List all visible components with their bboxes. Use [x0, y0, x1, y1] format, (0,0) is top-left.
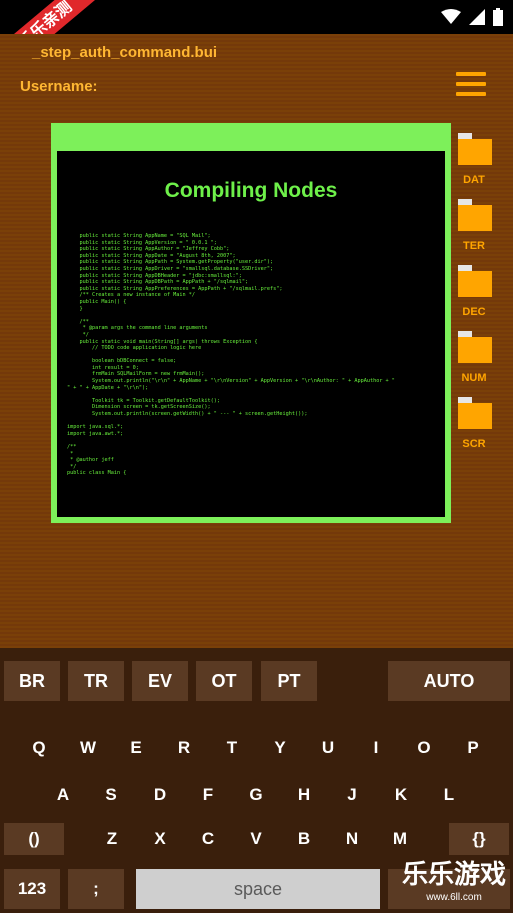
- folder-label: NUM: [461, 372, 487, 384]
- key-numbers[interactable]: 123: [4, 869, 60, 909]
- key-u[interactable]: U: [304, 728, 352, 768]
- key-h[interactable]: H: [280, 775, 328, 815]
- code-listing: public static String AppName = "SQL Mail…: [67, 233, 395, 477]
- key-q[interactable]: Q: [15, 728, 63, 768]
- key-ot[interactable]: OT: [196, 661, 252, 701]
- folder-ter[interactable]: TER: [456, 199, 496, 265]
- key-parentheses[interactable]: (): [4, 823, 64, 855]
- key-x[interactable]: X: [136, 819, 184, 859]
- folder-dat[interactable]: DAT: [456, 133, 496, 199]
- folder-icon: [458, 331, 492, 363]
- file-title: _step_auth_command.bui: [32, 44, 218, 61]
- folder-label: DAT: [463, 174, 485, 186]
- app-area: _step_auth_command.bui Username: Compili…: [0, 34, 513, 648]
- key-l[interactable]: L: [425, 775, 473, 815]
- key-tr[interactable]: TR: [68, 661, 124, 701]
- watermark: 乐乐游戏 www.6ll.com: [395, 858, 513, 913]
- key-b[interactable]: B: [280, 819, 328, 859]
- folder-icon: [458, 199, 492, 231]
- key-k[interactable]: K: [377, 775, 425, 815]
- key-auto[interactable]: AUTO: [388, 661, 510, 701]
- key-pt[interactable]: PT: [261, 661, 317, 701]
- folder-icon: [458, 265, 492, 297]
- folder-icon: [458, 133, 492, 165]
- key-j[interactable]: J: [328, 775, 376, 815]
- folder-label: TER: [463, 240, 485, 252]
- key-a[interactable]: A: [39, 775, 87, 815]
- key-c[interactable]: C: [184, 819, 232, 859]
- wifi-icon: [441, 9, 461, 24]
- key-r[interactable]: R: [160, 728, 208, 768]
- key-s[interactable]: S: [87, 775, 135, 815]
- key-ev[interactable]: EV: [132, 661, 188, 701]
- folder-icon: [458, 397, 492, 429]
- key-space[interactable]: space: [136, 869, 380, 909]
- folder-scr[interactable]: SCR: [456, 397, 496, 463]
- key-semicolon[interactable]: ;: [68, 869, 124, 909]
- key-f[interactable]: F: [184, 775, 232, 815]
- key-i[interactable]: I: [352, 728, 400, 768]
- key-e[interactable]: E: [112, 728, 160, 768]
- watermark-title: 乐乐游戏: [401, 860, 506, 890]
- folder-num[interactable]: NUM: [456, 331, 496, 397]
- terminal-monitor: Compiling Nodes public static String App…: [51, 123, 451, 523]
- key-br[interactable]: BR: [4, 661, 60, 701]
- username-label: Username:: [20, 78, 98, 95]
- battery-icon: [493, 8, 503, 26]
- status-icons: [441, 8, 503, 26]
- key-z[interactable]: Z: [88, 819, 136, 859]
- folder-label: SCR: [462, 438, 486, 450]
- key-t[interactable]: T: [208, 728, 256, 768]
- terminal-screen: Compiling Nodes public static String App…: [57, 151, 445, 517]
- key-o[interactable]: O: [400, 728, 448, 768]
- key-d[interactable]: D: [136, 775, 184, 815]
- key-p[interactable]: P: [449, 728, 497, 768]
- signal-icon: [469, 9, 485, 25]
- folder-dec[interactable]: DEC: [456, 265, 496, 331]
- folder-label: DEC: [462, 306, 486, 318]
- screen-title: Compiling Nodes: [164, 179, 338, 202]
- key-y[interactable]: Y: [256, 728, 304, 768]
- key-n[interactable]: N: [328, 819, 376, 859]
- key-m[interactable]: M: [376, 819, 424, 859]
- hamburger-menu-icon[interactable]: [456, 72, 486, 98]
- key-v[interactable]: V: [232, 819, 280, 859]
- key-braces[interactable]: {}: [449, 823, 509, 855]
- key-w[interactable]: W: [64, 728, 112, 768]
- watermark-url: www.6ll.com: [426, 892, 482, 903]
- key-g[interactable]: G: [232, 775, 280, 815]
